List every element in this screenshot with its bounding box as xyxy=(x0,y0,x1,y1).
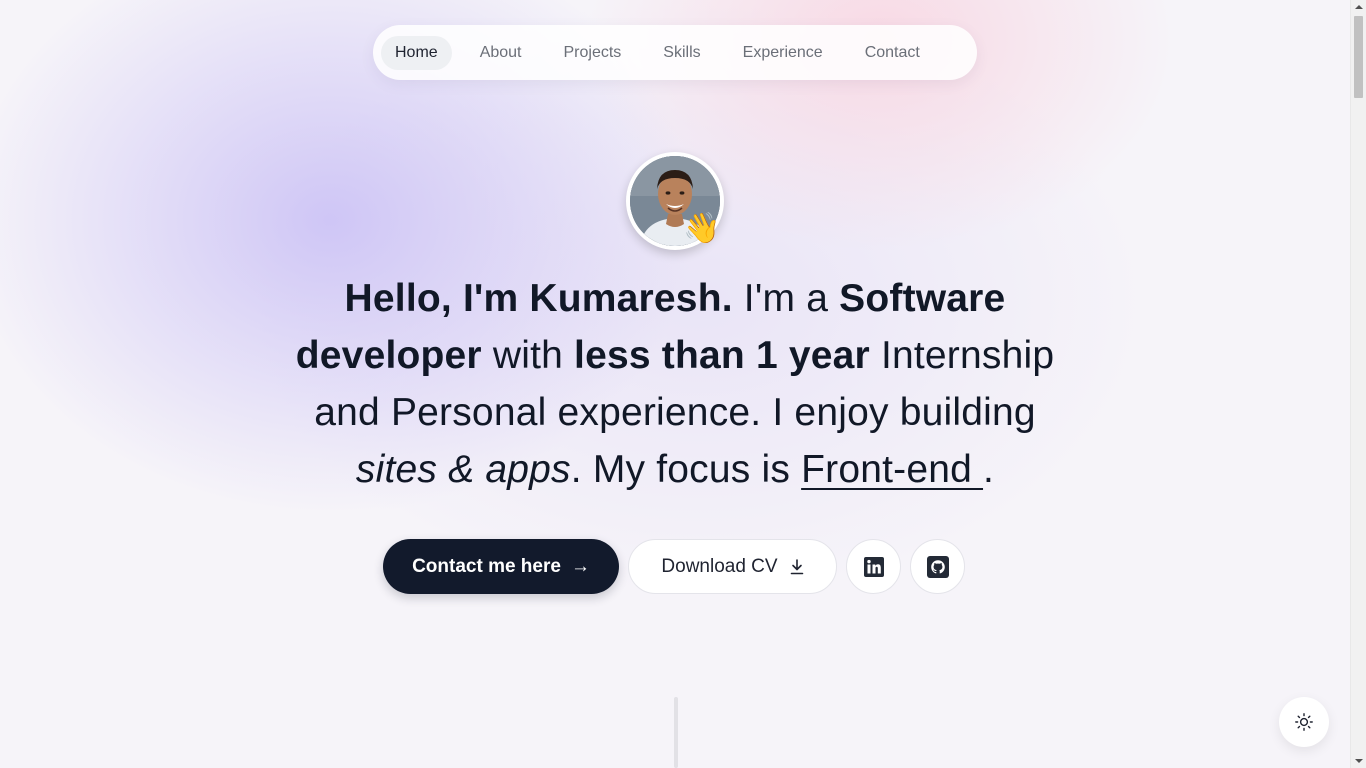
scroll-indicator-line xyxy=(674,697,678,768)
headline-text: I'm a xyxy=(732,277,840,320)
headline-text: with xyxy=(481,334,575,377)
scroll-down-arrow-icon[interactable] xyxy=(1351,754,1366,768)
top-navigation: Home About Projects Skills Experience Co… xyxy=(373,25,977,80)
headline-sites-apps: sites & apps xyxy=(355,448,571,491)
github-button[interactable] xyxy=(910,539,965,594)
nav-item-experience[interactable]: Experience xyxy=(729,36,837,70)
vertical-scrollbar[interactable] xyxy=(1350,0,1366,768)
headline-text: . xyxy=(983,448,995,491)
download-cv-button[interactable]: Download CV xyxy=(628,539,837,594)
scrollbar-thumb[interactable] xyxy=(1354,16,1363,98)
headline-greeting: Hello, I'm Kumaresh. xyxy=(344,277,733,320)
waving-hand-icon: 👋 xyxy=(683,211,721,246)
nav-item-contact[interactable]: Contact xyxy=(851,36,934,70)
scroll-up-arrow-icon[interactable] xyxy=(1351,0,1366,14)
nav-item-skills[interactable]: Skills xyxy=(649,36,714,70)
download-icon xyxy=(790,558,803,574)
nav-item-about[interactable]: About xyxy=(466,36,536,70)
headline-experience: less than 1 year xyxy=(574,334,870,377)
github-icon xyxy=(926,555,949,578)
headline-focus: Front-end xyxy=(801,448,984,491)
theme-toggle-button[interactable] xyxy=(1279,697,1329,747)
download-cv-label: Download CV xyxy=(661,555,778,577)
nav-item-home[interactable]: Home xyxy=(381,35,452,70)
contact-button[interactable]: Contact me here → xyxy=(383,539,619,594)
contact-button-label: Contact me here xyxy=(412,555,561,577)
nav-item-projects[interactable]: Projects xyxy=(550,36,636,70)
linkedin-icon xyxy=(863,556,884,577)
hero-headline: Hello, I'm Kumaresh. I'm a Software deve… xyxy=(280,270,1070,498)
linkedin-button[interactable] xyxy=(846,539,901,594)
sun-icon xyxy=(1295,713,1313,731)
arrow-right-icon: → xyxy=(570,555,590,577)
headline-text: . My focus is xyxy=(570,448,802,491)
